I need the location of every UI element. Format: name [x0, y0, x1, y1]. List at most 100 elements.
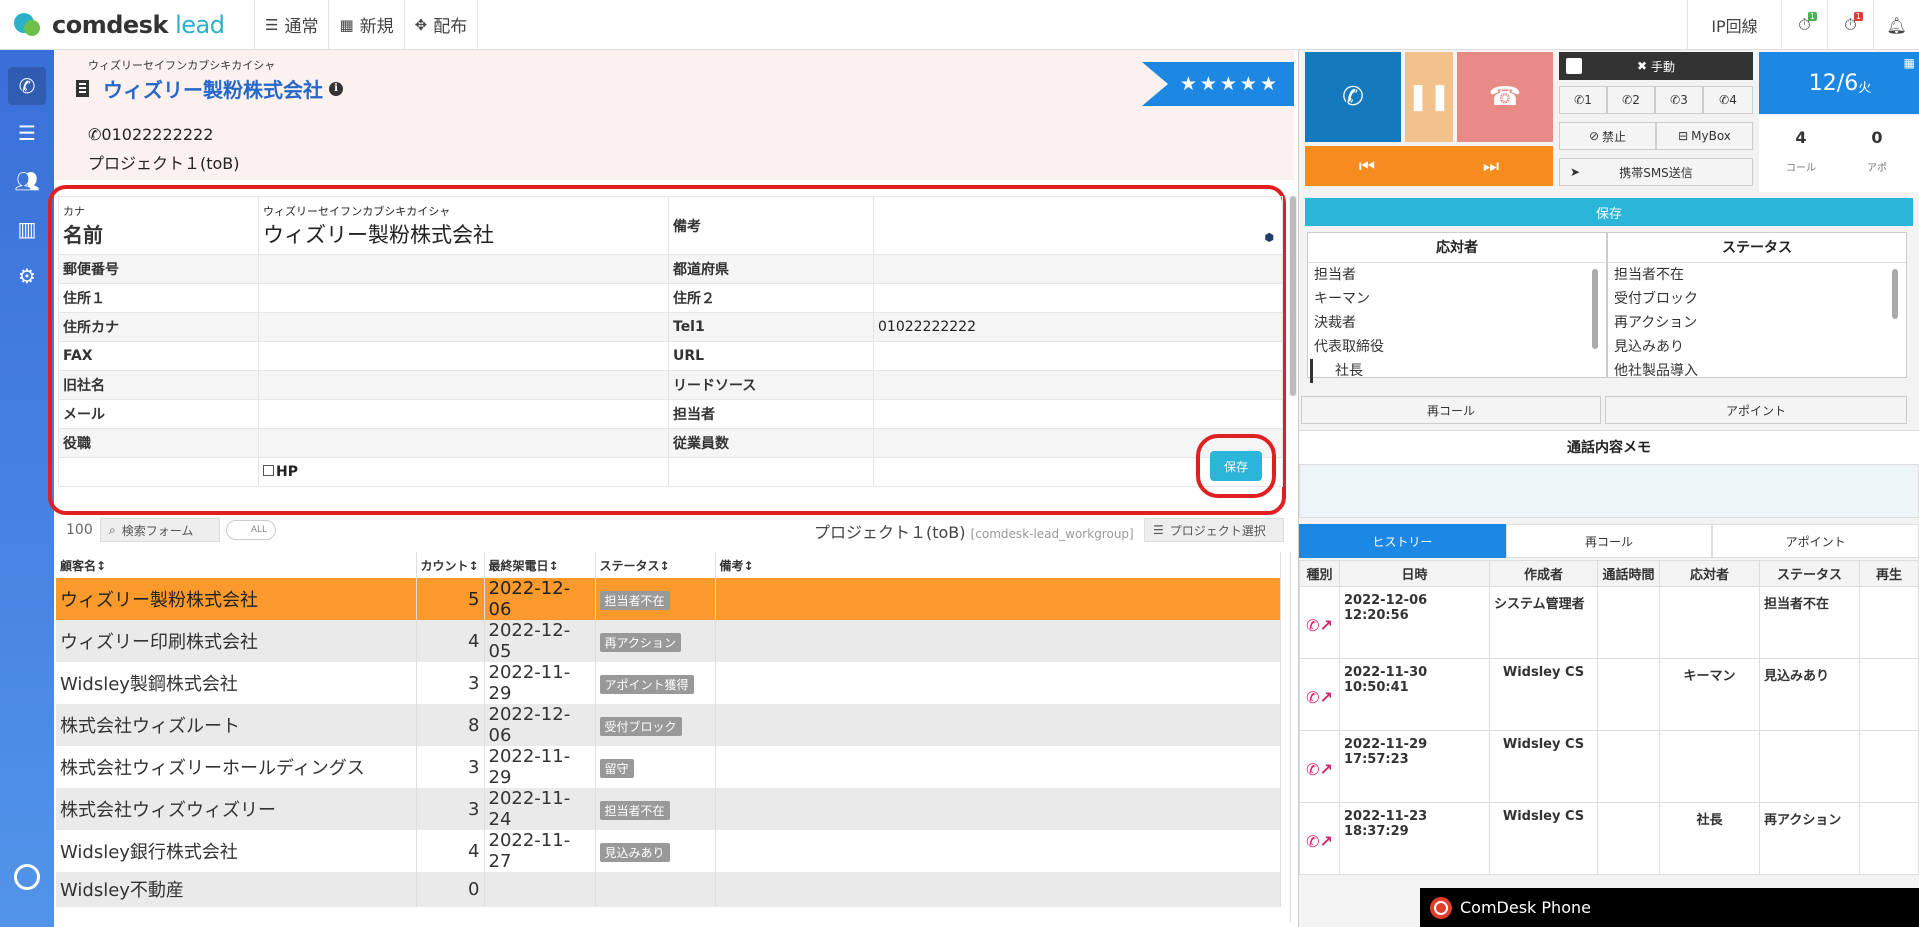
sms-button[interactable]: ➤ 携帯SMS送信 [1559, 158, 1753, 186]
recall-button[interactable]: 再コール [1301, 396, 1601, 424]
customer-phone[interactable]: 01022222222 [101, 125, 213, 144]
tab-history[interactable]: ヒストリー [1299, 524, 1506, 558]
line-1-button[interactable]: ✆ 1 [1559, 86, 1607, 114]
next-button[interactable]: ⏭ [1429, 146, 1553, 186]
col-last-call[interactable]: 最終架電日↕ [484, 552, 596, 578]
cell-date [484, 872, 596, 907]
form-scrollbar[interactable] [1289, 196, 1297, 396]
notification-button[interactable]: 🔔︎ [1873, 0, 1919, 50]
history-row[interactable]: ✆↗ 2022-11-23 18:37:29 Widsley CS 社長 再アクション [1299, 802, 1919, 875]
hist-play[interactable] [1859, 730, 1919, 803]
table-row[interactable]: Widsley不動産 0 [56, 872, 1281, 907]
memo-textarea[interactable] [1299, 464, 1919, 518]
form-field[interactable] [258, 283, 669, 313]
sidebar-item-users[interactable]: 👥︎ [8, 162, 46, 200]
form-field[interactable] [873, 399, 1283, 429]
status-option[interactable]: 再アクション [1608, 311, 1906, 335]
col-note[interactable]: 備考↕ [715, 552, 1281, 578]
responder-scrollbar[interactable] [1592, 269, 1598, 349]
form-field[interactable] [873, 283, 1283, 313]
name-field[interactable]: ウィズリー製粉株式会社 [263, 219, 664, 249]
all-toggle[interactable]: ALL [226, 520, 276, 540]
responder-option[interactable]: 決裁者 [1308, 311, 1606, 335]
info-icon[interactable]: i [329, 81, 343, 96]
calendar-icon[interactable]: ▦ [1904, 56, 1915, 70]
hp-checkbox[interactable] [263, 465, 274, 476]
form-save-button[interactable]: 保存 [1210, 451, 1262, 481]
appoint-button[interactable]: アポイント [1605, 396, 1907, 424]
responder-option[interactable]: 社長 [1310, 359, 1606, 383]
history-row[interactable]: ✆↗ 2022-11-30 10:50:41 Widsley CS キーマン 見込みあり [1299, 658, 1919, 731]
hist-play[interactable] [1859, 586, 1919, 659]
sidebar-item-phone[interactable]: ✆ [8, 67, 46, 105]
tab-appoint[interactable]: アポイント [1712, 524, 1919, 558]
table-row[interactable]: Widsley製鋼株式会社 3 2022-11-29 アポイント獲得 [56, 662, 1281, 704]
col-count[interactable]: カウント↕ [416, 552, 485, 578]
comdesk-phone-bar[interactable]: ComDesk Phone [1420, 888, 1919, 927]
responder-option[interactable]: キーマン [1308, 287, 1606, 311]
block-button[interactable]: ⊘ 禁止 [1559, 122, 1656, 150]
manual-checkbox[interactable] [1566, 58, 1582, 74]
manual-mode-toggle[interactable]: ✖ 手動 [1559, 52, 1753, 80]
nav-normal[interactable]: ☰ 通常 [254, 0, 328, 50]
ip-line-button[interactable]: IP回線 [1687, 0, 1781, 50]
form-field[interactable] [873, 254, 1283, 284]
form-field[interactable] [258, 254, 669, 284]
table-row[interactable]: ウィズリー製粉株式会社 5 2022-12-06 担当者不在 [56, 578, 1281, 620]
status-option[interactable]: 他社製品導入 [1608, 359, 1906, 383]
tab-recall[interactable]: 再コール [1505, 524, 1713, 558]
form-field[interactable]: 01022222222 [873, 312, 1283, 342]
form-field[interactable] [258, 312, 669, 342]
sidebar-item-database[interactable]: ☰ [8, 114, 46, 152]
nav-new[interactable]: ▦ 新規 [328, 0, 403, 50]
history-row[interactable]: ✆↗ 2022-11-29 17:57:23 Widsley CS [1299, 730, 1919, 803]
form-field[interactable] [258, 428, 669, 458]
sidebar-item-account[interactable] [8, 858, 46, 896]
col-status[interactable]: ステータス↕ [595, 552, 716, 578]
main-scrollbar[interactable] [1290, 552, 1298, 922]
kana-field[interactable]: ウィズリーセイフンカブシキカイシャ [263, 203, 664, 219]
status-scrollbar[interactable] [1892, 269, 1898, 319]
table-row[interactable]: ウィズリー印刷株式会社 4 2022-12-05 再アクション [56, 620, 1281, 662]
form-field[interactable] [873, 341, 1283, 371]
table-row[interactable]: Widsley銀行株式会社 4 2022-11-27 見込みあり [56, 830, 1281, 872]
table-row[interactable]: 株式会社ウィズウィズリー 3 2022-11-24 担当者不在 [56, 788, 1281, 830]
hist-play[interactable] [1859, 658, 1919, 731]
line-3-button[interactable]: ✆ 3 [1655, 86, 1703, 114]
timer-red-button[interactable]: ⏱ 1 [1827, 0, 1873, 50]
responder-option[interactable]: 代表取締役 [1308, 335, 1606, 359]
pause-button[interactable]: ❚❚ [1405, 52, 1453, 142]
mybox-button[interactable]: ⊟ MyBox [1656, 122, 1753, 150]
call-button[interactable]: ✆ [1305, 52, 1401, 142]
form-field[interactable] [258, 370, 669, 400]
status-option[interactable]: 担当者不在 [1608, 263, 1906, 287]
note-field[interactable]: ⬢ [873, 196, 1283, 255]
col-name[interactable]: 顧客名↕ [56, 552, 417, 578]
call-save-button[interactable]: 保存 [1305, 198, 1913, 226]
app-logo[interactable]: comdesk lead [14, 10, 254, 40]
sidebar-item-settings[interactable]: ⚙ [8, 257, 46, 295]
form-field[interactable] [873, 370, 1283, 400]
status-option[interactable]: 見込みあり [1608, 335, 1906, 359]
sidebar-item-reports[interactable]: ▥ [8, 210, 46, 248]
project-select-button[interactable]: ☰ プロジェクト選択 [1144, 518, 1284, 542]
form-field[interactable] [258, 341, 669, 371]
line-4-button[interactable]: ✆ 4 [1703, 86, 1753, 114]
scroll-thumb[interactable] [1290, 196, 1296, 396]
hangup-button[interactable]: ☎ [1457, 52, 1553, 142]
timer-green-button[interactable]: ⏱ 1 [1781, 0, 1827, 50]
search-form-button[interactable]: ⌕ 検索フォーム [100, 518, 220, 542]
history-row[interactable]: ✆↗ 2022-12-06 12:20:56 システム管理者 担当者不在 [1299, 586, 1919, 659]
nav-distribute[interactable]: ✥ 配布 [403, 0, 479, 50]
table-row[interactable]: 株式会社ウィズリーホールディングス 3 2022-11-29 留守 [56, 746, 1281, 788]
customer-name[interactable]: ウィズリー製粉株式会社 [103, 74, 323, 103]
name-value-cell[interactable]: ウィズリーセイフンカブシキカイシャ ウィズリー製粉株式会社 [258, 196, 669, 255]
line-2-button[interactable]: ✆ 2 [1607, 86, 1655, 114]
star-rating[interactable]: ★★★★★ [1142, 62, 1294, 106]
status-option[interactable]: 受付ブロック [1608, 287, 1906, 311]
form-field[interactable] [258, 399, 669, 429]
table-row[interactable]: 株式会社ウィズルート 8 2022-12-06 受付ブロック [56, 704, 1281, 746]
responder-option[interactable]: 担当者 [1308, 263, 1606, 287]
prev-button[interactable]: ⏮ [1305, 146, 1429, 186]
hist-play[interactable] [1859, 802, 1919, 875]
